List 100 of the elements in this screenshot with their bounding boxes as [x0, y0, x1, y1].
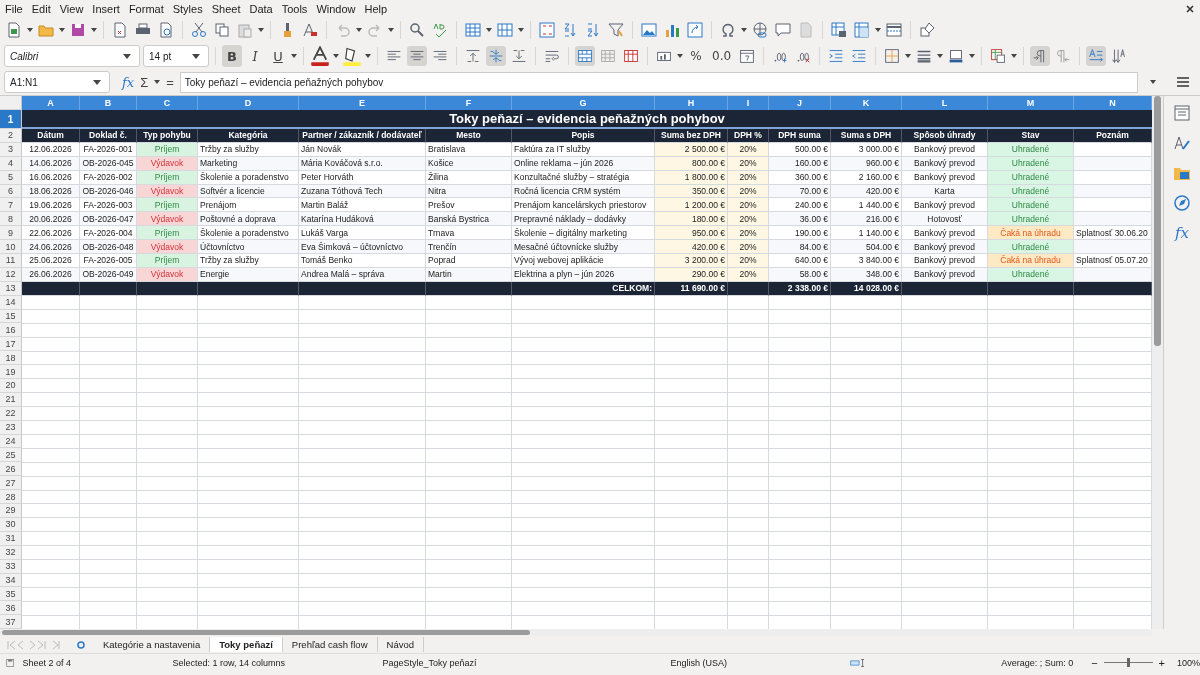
row-header[interactable]: 1 [0, 110, 22, 129]
caret-icon[interactable] [677, 54, 683, 58]
menu-item[interactable]: View [59, 2, 91, 15]
styles-icon[interactable] [1173, 134, 1191, 152]
column-header[interactable]: B [80, 96, 137, 110]
row-header[interactable]: 36 [0, 601, 22, 616]
font-name-field[interactable]: Calibri [4, 45, 140, 67]
align-center-icon[interactable] [407, 46, 427, 66]
caret-icon[interactable] [91, 28, 97, 32]
caret-icon[interactable] [741, 28, 747, 32]
row-header[interactable]: 7 [0, 198, 22, 213]
caret-icon[interactable] [905, 54, 912, 58]
align-middle-icon[interactable] [486, 46, 506, 66]
expand-icon[interactable] [1150, 80, 1156, 84]
caret-icon[interactable] [1011, 54, 1018, 58]
percent-button[interactable]: % [686, 45, 706, 67]
caret-icon[interactable] [27, 28, 33, 32]
row-header[interactable]: 11 [0, 254, 22, 268]
row-header[interactable]: 35 [0, 587, 22, 602]
column-header[interactable]: I [728, 96, 769, 110]
functions-button[interactable]: fx [1175, 224, 1189, 242]
caret-icon[interactable] [518, 28, 524, 32]
column-header[interactable]: K [831, 96, 902, 110]
underline-button[interactable]: U [268, 45, 288, 67]
navigator-icon[interactable] [1173, 194, 1191, 212]
row-header[interactable]: 25 [0, 448, 22, 463]
column-header[interactable]: D [198, 96, 299, 110]
menu-icon[interactable] [1176, 76, 1190, 88]
row-header[interactable]: 17 [0, 337, 22, 352]
pivot-table-icon[interactable] [685, 20, 705, 40]
menu-item[interactable]: Insert [92, 2, 127, 15]
caret-icon[interactable] [875, 28, 881, 32]
row-header[interactable]: 37 [0, 615, 22, 629]
menu-item[interactable]: Edit [31, 2, 58, 15]
caret-icon[interactable] [969, 54, 976, 58]
caret-icon[interactable] [365, 54, 371, 58]
split-window-icon[interactable] [884, 20, 904, 40]
column-header[interactable]: H [655, 96, 728, 110]
menu-item[interactable]: Data [249, 2, 280, 15]
caret-icon[interactable] [486, 28, 492, 32]
properties-icon[interactable] [1173, 104, 1191, 122]
menu-item[interactable]: Tools [281, 2, 315, 15]
menu-item[interactable]: Styles [172, 2, 210, 15]
function-wizard-button[interactable]: fx [122, 74, 135, 90]
image-icon[interactable] [639, 20, 659, 40]
caret-icon[interactable] [356, 28, 362, 32]
add-sheet-icon[interactable] [76, 639, 86, 650]
column-header[interactable]: C [137, 96, 198, 110]
caret-icon[interactable] [154, 80, 161, 84]
zoom-handle[interactable] [1127, 658, 1131, 667]
highlight-icon[interactable] [342, 46, 362, 66]
row-header[interactable]: 2 [0, 129, 22, 143]
caret-icon[interactable] [388, 28, 394, 32]
column-header[interactable]: E [299, 96, 426, 110]
sheet-tab[interactable]: Toky peňazí [210, 637, 283, 652]
caret-icon[interactable] [937, 54, 944, 58]
shapes-icon[interactable] [917, 20, 937, 40]
row-header[interactable]: 10 [0, 240, 22, 254]
text-direction-icon[interactable] [1086, 46, 1107, 66]
vertical-scrollbar[interactable] [1152, 96, 1163, 629]
merge-center-icon[interactable] [575, 46, 595, 66]
empty-cell-grid[interactable] [22, 295, 1152, 629]
caret-icon[interactable] [333, 54, 339, 58]
menu-item[interactable]: Format [128, 2, 171, 15]
hyperlink-icon[interactable] [750, 20, 770, 40]
close-icon[interactable] [1186, 5, 1194, 13]
font-color-icon[interactable] [310, 46, 330, 66]
dropdown-icon[interactable] [192, 53, 200, 59]
formula-button[interactable]: = [166, 74, 174, 90]
zoom-out-button[interactable]: − [1091, 656, 1098, 669]
caret-icon[interactable] [291, 54, 297, 58]
row-header[interactable]: 20 [0, 379, 22, 393]
column-header[interactable]: L [902, 96, 988, 110]
caret-icon[interactable] [258, 28, 264, 32]
dropdown-icon[interactable] [123, 53, 131, 59]
menu-item[interactable]: File [5, 2, 30, 15]
row-header[interactable]: 8 [0, 212, 22, 227]
paragraph-ltr-icon[interactable] [1030, 46, 1051, 66]
column-header[interactable]: N [1074, 96, 1152, 110]
formula-input[interactable]: Toky peňazí – evidencia peňažných pohybov [179, 71, 1138, 93]
copy-icon[interactable] [212, 20, 232, 40]
row-header[interactable]: 16 [0, 323, 22, 338]
column-header[interactable]: G [512, 96, 655, 110]
dropdown-icon[interactable] [93, 79, 101, 85]
column-header[interactable]: A [22, 96, 80, 110]
sheet-tab[interactable]: Návod [377, 637, 424, 652]
row-header[interactable]: 19 [0, 365, 22, 380]
row-header[interactable]: 27 [0, 476, 22, 491]
row-header[interactable]: 29 [0, 504, 22, 518]
number-format-button[interactable]: 0.0 [709, 45, 735, 67]
column-header[interactable]: M [988, 96, 1074, 110]
row-header[interactable]: 28 [0, 490, 22, 505]
zoom-in-button[interactable]: + [1158, 656, 1165, 669]
row-header[interactable]: 18 [0, 351, 22, 366]
row-header[interactable]: 26 [0, 462, 22, 477]
horizontal-scrollbar[interactable] [0, 629, 1152, 636]
sum-button[interactable]: Σ [140, 74, 149, 90]
caret-icon[interactable] [59, 28, 65, 32]
print-area-icon[interactable] [829, 20, 849, 40]
italic-button[interactable]: I [245, 45, 265, 67]
